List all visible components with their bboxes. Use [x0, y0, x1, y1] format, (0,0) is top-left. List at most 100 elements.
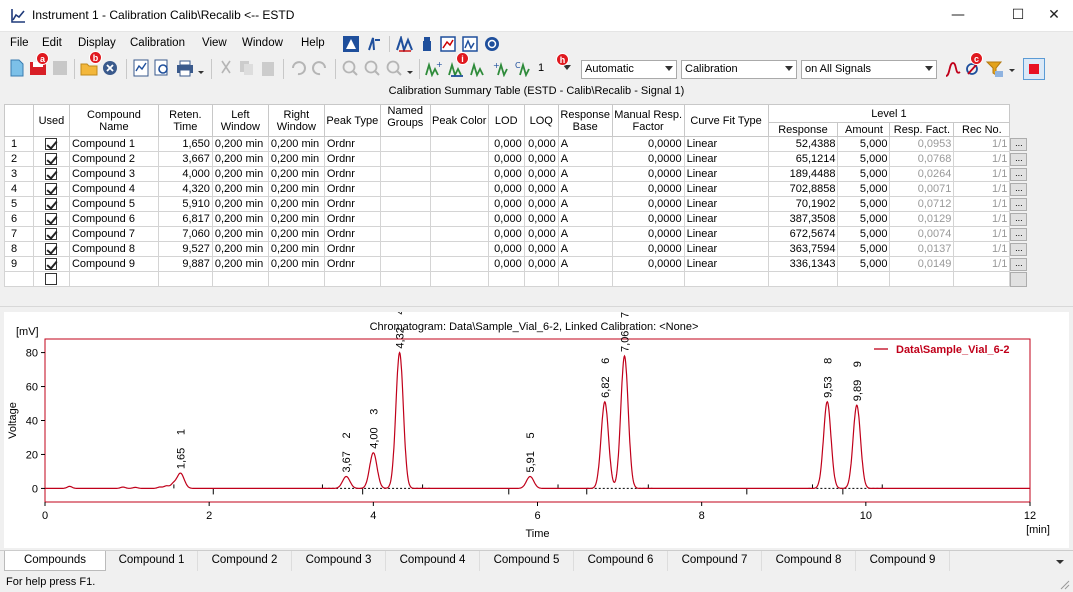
calibration-circle-icon[interactable]	[484, 36, 500, 52]
rec-no-cell[interactable]: 1/1	[953, 181, 1011, 197]
curve-fit-type-cell[interactable]: Linear	[683, 256, 769, 272]
table-row[interactable]: 3 Compound 3 4,000 0,200 min 0,200 min Ordnr 0…	[4, 166, 1033, 182]
right-window-cell[interactable]: 0,200 min	[267, 166, 325, 182]
peak-type-cell[interactable]: Ordnr	[323, 256, 381, 272]
left-window-cell[interactable]: 0,200 min	[211, 151, 269, 167]
peak-add-level-icon[interactable]	[470, 59, 490, 77]
rec-no-cell[interactable]: 1/1	[953, 136, 1011, 152]
response-cell[interactable]: 52,4388	[767, 136, 839, 152]
table-row[interactable]: 2 Compound 2 3,667 0,200 min 0,200 min Ordnr 0…	[4, 151, 1033, 167]
loq-cell[interactable]: 0,000	[523, 256, 559, 272]
used-checkbox[interactable]	[45, 138, 58, 151]
curve-fit-type-cell[interactable]: Linear	[683, 211, 769, 227]
header-compound-name[interactable]: Compound Name	[68, 104, 159, 137]
manual-resp-factor-cell[interactable]: 0,0000	[611, 166, 685, 182]
right-window-cell[interactable]: 0,200 min	[267, 226, 325, 242]
peak-color-cell[interactable]	[429, 226, 489, 242]
compound-name-cell[interactable]: Compound 8	[68, 241, 159, 257]
zoom-icon[interactable]	[385, 59, 403, 77]
named-groups-cell[interactable]	[379, 166, 431, 182]
splitter[interactable]	[0, 306, 1073, 307]
used-cell[interactable]	[32, 136, 70, 152]
table-row[interactable]: 1 Compound 1 1,650 0,200 min 0,200 min Ordnr 0…	[4, 136, 1033, 152]
lod-cell[interactable]: 0,000	[487, 181, 525, 197]
menu-window[interactable]: Window	[242, 37, 283, 49]
header-left-window[interactable]: Left Window	[211, 104, 269, 137]
named-groups-cell[interactable]	[379, 136, 431, 152]
left-window-cell[interactable]: 0,200 min	[211, 196, 269, 212]
peak-color-cell[interactable]	[429, 196, 489, 212]
cut-icon[interactable]	[217, 59, 235, 77]
calibrate-peaks-icon[interactable]: +	[492, 59, 512, 77]
print-preview-icon[interactable]	[153, 59, 171, 77]
minimize-button[interactable]: —	[935, 0, 981, 31]
empty-cell[interactable]	[429, 271, 489, 287]
response-cell[interactable]: 387,3508	[767, 211, 839, 227]
compound-name-cell[interactable]: Compound 5	[68, 196, 159, 212]
named-groups-cell[interactable]	[379, 241, 431, 257]
stop-button[interactable]	[1023, 58, 1045, 80]
used-cell[interactable]	[32, 226, 70, 242]
filter-icon[interactable]	[985, 60, 1005, 78]
right-window-cell[interactable]: 0,200 min	[267, 136, 325, 152]
rec-no-cell[interactable]: 1/1	[953, 196, 1011, 212]
loq-cell[interactable]: 0,000	[523, 181, 559, 197]
signals-dropdown[interactable]: on All Signals	[801, 60, 937, 79]
header-level[interactable]: Level 1	[767, 104, 1011, 123]
header-reten-time[interactable]: Reten. Time	[157, 104, 213, 137]
header-loq[interactable]: LOQ	[523, 104, 559, 137]
named-groups-cell[interactable]	[379, 151, 431, 167]
peak-type-cell[interactable]: Ordnr	[323, 136, 381, 152]
peak-color-cell[interactable]	[429, 151, 489, 167]
save-disabled-icon[interactable]	[51, 59, 69, 77]
used-checkbox[interactable]	[45, 243, 58, 256]
menu-view[interactable]: View	[202, 37, 227, 49]
lod-cell[interactable]: 0,000	[487, 196, 525, 212]
empty-cell[interactable]	[953, 271, 1011, 287]
used-cell[interactable]	[32, 151, 70, 167]
vial-icon[interactable]	[420, 36, 434, 52]
empty-cell[interactable]	[557, 271, 613, 287]
reten-time-cell[interactable]: 4,000	[157, 166, 213, 182]
response-cell[interactable]: 189,4488	[767, 166, 839, 182]
reten-time-cell[interactable]: 7,060	[157, 226, 213, 242]
amount-cell[interactable]: 5,000	[837, 211, 891, 227]
curve-fit-type-cell[interactable]: Linear	[683, 226, 769, 242]
resp-fact-cell[interactable]: 0,0129	[889, 211, 955, 227]
rec-no-cell[interactable]: 1/1	[953, 256, 1011, 272]
manual-resp-factor-cell[interactable]: 0,0000	[611, 151, 685, 167]
table-row[interactable]: 9 Compound 9 9,887 0,200 min 0,200 min Ordnr 0…	[4, 256, 1033, 272]
manual-resp-factor-cell[interactable]: 0,0000	[611, 256, 685, 272]
manual-resp-factor-cell[interactable]: 0,0000	[611, 241, 685, 257]
manual-resp-factor-cell[interactable]: 0,0000	[611, 226, 685, 242]
print-dropdown-icon[interactable]	[196, 59, 206, 77]
rec-no-cell[interactable]: 1/1	[953, 151, 1011, 167]
header-rec-no[interactable]: Rec No.	[953, 122, 1011, 137]
signal-curve-icon[interactable]	[944, 60, 962, 78]
used-checkbox[interactable]	[45, 258, 58, 271]
curve-fit-type-cell[interactable]: Linear	[683, 241, 769, 257]
tab-compound-1[interactable]: Compound 1	[106, 551, 198, 571]
header-named-groups[interactable]: Named Groups	[379, 104, 431, 137]
response-cell[interactable]: 70,1902	[767, 196, 839, 212]
amount-cell[interactable]: 5,000	[837, 166, 891, 182]
reten-time-cell[interactable]: 4,320	[157, 181, 213, 197]
reten-time-cell[interactable]: 9,887	[157, 256, 213, 272]
resp-fact-cell[interactable]: 0,0953	[889, 136, 955, 152]
reten-time-cell[interactable]: 1,650	[157, 136, 213, 152]
peak-color-cell[interactable]	[429, 256, 489, 272]
left-window-cell[interactable]: 0,200 min	[211, 136, 269, 152]
undo-icon[interactable]	[289, 59, 307, 77]
resp-fact-cell[interactable]: 0,0074	[889, 226, 955, 242]
right-window-cell[interactable]: 0,200 min	[267, 211, 325, 227]
right-window-cell[interactable]: 0,200 min	[267, 256, 325, 272]
recalibrate-icon[interactable]: C	[514, 59, 534, 77]
manual-resp-factor-cell[interactable]: 0,0000	[611, 196, 685, 212]
empty-cell[interactable]	[523, 271, 559, 287]
copy-icon[interactable]	[238, 59, 256, 77]
loq-cell[interactable]: 0,000	[523, 136, 559, 152]
response-base-cell[interactable]: A	[557, 256, 613, 272]
rec-no-cell[interactable]: 1/1	[953, 166, 1011, 182]
resp-fact-cell[interactable]: 0,0768	[889, 151, 955, 167]
response-cell[interactable]: 363,7594	[767, 241, 839, 257]
